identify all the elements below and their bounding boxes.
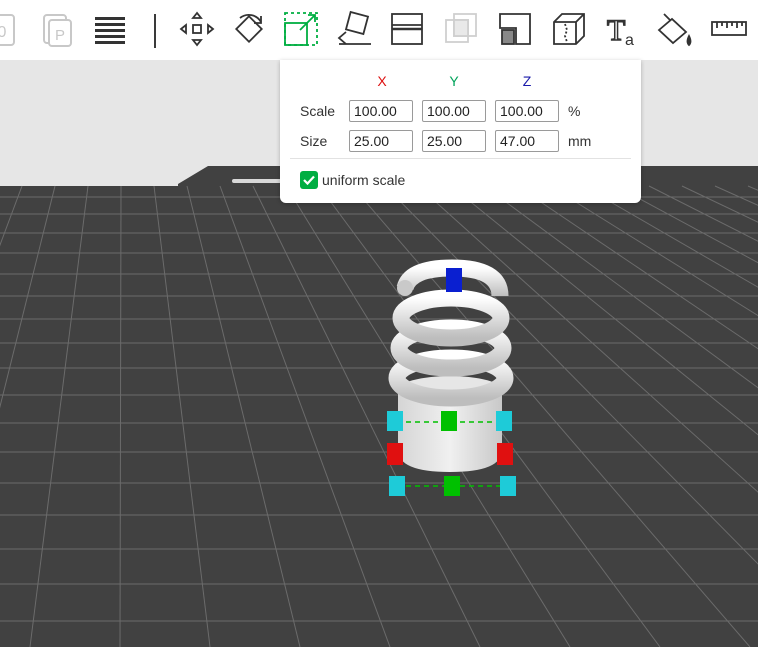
x-scale-handle [387,443,403,465]
checkmark-icon [303,175,315,186]
top-toolbar: 0 P Ta [0,0,758,61]
move-icon[interactable] [177,8,217,50]
size-y-input[interactable]: 25.00 [422,130,486,152]
svg-text:0: 0 [0,24,7,41]
corner-handle [389,476,405,496]
cut-icon[interactable] [387,8,427,50]
plate-icon[interactable]: 0 [0,8,26,50]
layers-list-icon[interactable] [90,8,130,50]
measure-icon[interactable] [709,8,749,50]
scale-z-input[interactable]: 100.00 [495,100,559,122]
profile-plate-icon[interactable]: P [38,8,78,50]
svg-text:P: P [55,27,65,44]
color-paint-icon[interactable] [655,8,695,50]
axis-label-z: Z [522,73,532,89]
size-z-input[interactable]: 47.00 [495,130,559,152]
boolean-icon[interactable] [441,8,481,50]
corner-handle [496,411,512,431]
axis-label-y: Y [449,73,459,89]
corner-handle [500,476,516,496]
uniform-scale-label[interactable]: uniform scale [322,172,405,188]
toolbar-divider [154,14,156,48]
z-scale-handle [446,268,462,292]
scale-x-input[interactable]: 100.00 [349,100,413,122]
svg-text:T: T [607,14,625,47]
lay-on-face-icon[interactable] [335,8,375,50]
svg-text:a: a [625,32,634,49]
corner-handle [387,411,403,431]
size-row-label: Size [300,133,328,149]
text-icon[interactable]: Ta [603,8,643,50]
y-scale-handle [441,411,457,431]
uniform-scale-checkbox[interactable] [300,171,318,189]
x-scale-handle [497,443,513,465]
build-plate [0,186,758,647]
panel-separator [290,158,631,159]
rotate-icon[interactable] [229,8,269,50]
y-scale-handle [444,476,460,496]
size-unit: mm [568,133,592,149]
axis-label-x: X [377,73,387,89]
scale-icon[interactable] [281,8,321,50]
scale-row-label: Scale [300,103,336,119]
spring-model [388,259,514,472]
size-x-input[interactable]: 25.00 [349,130,413,152]
scale-panel: X Y Z Scale 100.00 100.00 100.00 % Size … [280,60,641,203]
scale-y-input[interactable]: 100.00 [422,100,486,122]
seam-paint-icon[interactable] [549,8,589,50]
support-paint-icon[interactable] [495,8,535,50]
scale-unit: % [568,103,581,119]
